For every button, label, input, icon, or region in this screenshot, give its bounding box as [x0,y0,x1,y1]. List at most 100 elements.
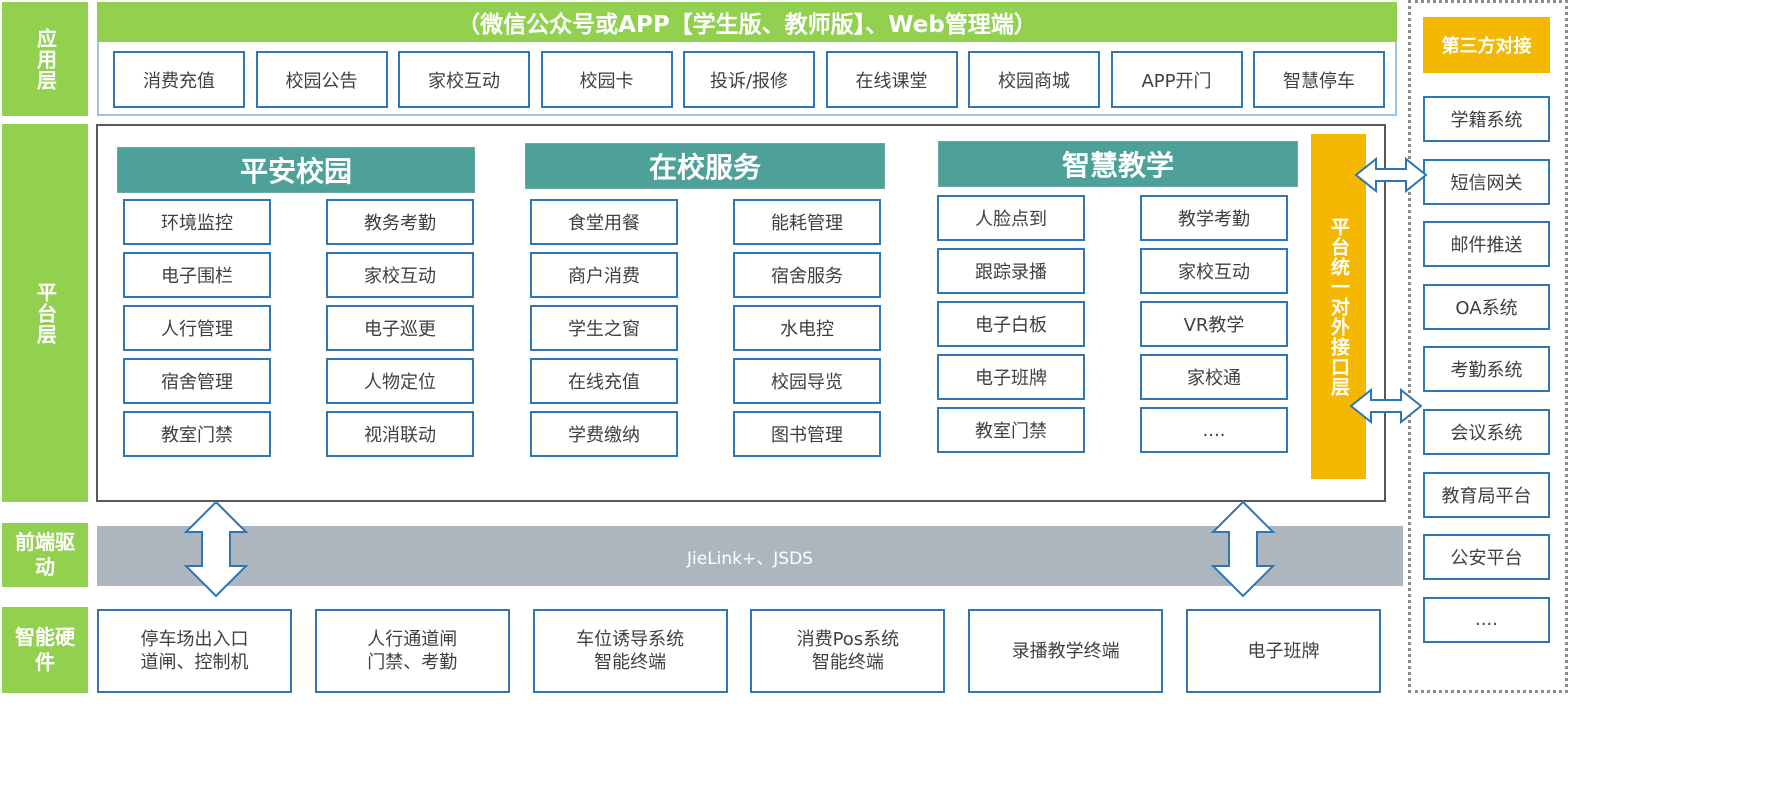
third-party-item: 短信网关 [1423,158,1550,205]
hardware-item-text: 人行通道闸 门禁、考勤 [367,628,457,674]
campus-service-item-label: 能耗管理 [771,213,843,234]
safe-campus-item-label: 电子巡更 [364,319,436,340]
app-item: 智慧停车 [1253,51,1385,108]
third-party-item: 邮件推送 [1423,221,1550,268]
smart-teaching-item-label: 教室门禁 [975,421,1047,442]
smart-teaching-item: 教室门禁 [937,407,1085,453]
hardware-item: 电子班牌 [1186,609,1381,693]
hardware-item-line1: 录播教学终端 [1011,640,1120,662]
app-item-label: APP开门 [1141,70,1212,92]
app-item-label: 智慧停车 [1283,70,1355,92]
smart-teaching-item-label: 教学考勤 [1178,209,1250,230]
app-item-label: 校园公告 [285,70,358,92]
campus-service-header: 在校服务 [525,143,885,189]
smart-teaching-item: 教学考勤 [1140,195,1288,241]
hardware-item: 车位诱导系统 智能终端 [532,609,728,693]
smart-teaching-item: 人脸点到 [937,195,1085,241]
layer-label-app-text: 应用层 [33,27,58,91]
safe-campus-item: 环境监控 [123,199,271,245]
safe-campus-item: 视消联动 [326,411,474,457]
layer-label-app: 应用层 [2,2,88,116]
third-party-item: .... [1423,596,1550,643]
third-party-item-label: 公安平台 [1450,548,1523,570]
hardware-item: 消费Pos系统 智能终端 [750,609,946,693]
app-item: 校园卡 [540,51,673,108]
smart-teaching-item-label: .... [1202,419,1226,441]
hardware-item-text: 停车场出入口 道闸、控制机 [141,628,249,674]
safe-campus-title: 平安校园 [239,155,352,188]
safe-campus-item-label: 人行管理 [161,319,233,340]
layer-label-driver-text: 前端驱动 [15,530,75,579]
smart-teaching-item-label: 家校通 [1187,368,1241,389]
hardware-item-line2: 智能终端 [594,652,667,673]
campus-service-item: 学生之窗 [530,305,678,351]
app-banner-text: （微信公众号或APP【学生版、教师版】、Web管理端） [457,12,1037,38]
third-party-item: 公安平台 [1423,534,1550,581]
campus-service-item-label: 学费缴纳 [568,425,640,446]
smart-teaching-item-label: 人脸点到 [975,209,1047,230]
safe-campus-item-label: 环境监控 [161,213,233,234]
third-party-item-label: 邮件推送 [1450,235,1523,257]
app-item-label: 消费充值 [143,70,215,92]
smart-teaching-item-label: 跟踪录播 [975,262,1047,283]
smart-teaching-item: 跟踪录播 [937,248,1085,294]
safe-campus-item: 教室门禁 [123,411,271,457]
layer-label-hardware-text: 智能硬件 [15,625,75,674]
campus-service-item: 校园导览 [733,358,881,404]
app-item-label: 投诉/报修 [709,70,789,92]
safe-campus-item-label: 人物定位 [364,372,436,393]
third-party-item-label: 教育局平台 [1441,485,1532,507]
third-party-item-label: OA系统 [1455,297,1518,319]
app-item: 投诉/报修 [683,51,815,108]
safe-campus-item: 宿舍管理 [123,358,271,404]
campus-service-title: 在校服务 [648,151,761,184]
safe-campus-item-label: 宿舍管理 [161,372,233,393]
driver-text: JieLink+、JSDS [687,548,813,569]
campus-service-item: 宿舍服务 [733,252,881,298]
hardware-item-text: 车位诱导系统 智能终端 [576,628,684,674]
safe-campus-item-label: 教务考勤 [364,213,436,234]
safe-campus-item: 教务考勤 [326,199,474,245]
smart-teaching-item: 家校通 [1140,354,1288,400]
campus-service-item-label: 食堂用餐 [568,213,640,234]
app-item: 消费充值 [113,51,245,108]
smart-teaching-item: 家校互动 [1140,248,1288,294]
safe-campus-item-label: 电子围栏 [161,266,233,287]
interface-layer-bar: 平台统一对外接口层 [1311,134,1366,479]
third-party-item-label: .... [1475,609,1498,631]
app-banner: （微信公众号或APP【学生版、教师版】、Web管理端） [97,2,1397,42]
layer-label-driver: 前端驱动 [2,523,88,587]
campus-service-item-label: 在线充值 [568,372,640,393]
safe-campus-item-label: 家校互动 [364,266,436,287]
hardware-item-text: 电子班牌 [1248,640,1320,663]
safe-campus-header: 平安校园 [117,147,475,193]
app-item: 校园公告 [255,51,388,108]
third-party-item: 教育局平台 [1423,471,1550,518]
campus-service-item-label: 图书管理 [771,425,843,446]
app-item: APP开门 [1110,51,1243,108]
app-item-label: 家校互动 [428,70,500,92]
safe-campus-item-label: 视消联动 [364,425,436,446]
app-item-label: 在线课堂 [855,70,928,92]
hardware-item-text: 录播教学终端 [1012,640,1120,663]
smart-teaching-header: 智慧教学 [938,141,1298,187]
smart-teaching-item-label: 电子白板 [975,315,1047,336]
campus-service-item: 学费缴纳 [530,411,678,457]
hardware-item: 人行通道闸 门禁、考勤 [314,609,510,693]
safe-campus-item: 电子巡更 [326,305,474,351]
safe-campus-item: 电子围栏 [123,252,271,298]
hardware-item-line1: 车位诱导系统 [576,629,685,650]
smart-teaching-item-label: 家校互动 [1178,262,1250,283]
layer-label-hardware: 智能硬件 [2,607,88,693]
third-party-item: 考勤系统 [1423,346,1550,393]
campus-service-item: 水电控 [733,305,881,351]
app-item-label: 校园商城 [998,70,1070,92]
third-party-item-label: 考勤系统 [1450,360,1523,382]
campus-service-item: 在线充值 [530,358,678,404]
layer-label-platform: 平台层 [2,124,88,502]
campus-service-item: 能耗管理 [733,199,881,245]
safe-campus-item: 家校互动 [326,252,474,298]
hardware-item-line2: 智能终端 [811,652,884,673]
layer-label-platform-text: 平台层 [33,281,58,345]
hardware-item-line1: 停车场出入口 [140,629,249,650]
